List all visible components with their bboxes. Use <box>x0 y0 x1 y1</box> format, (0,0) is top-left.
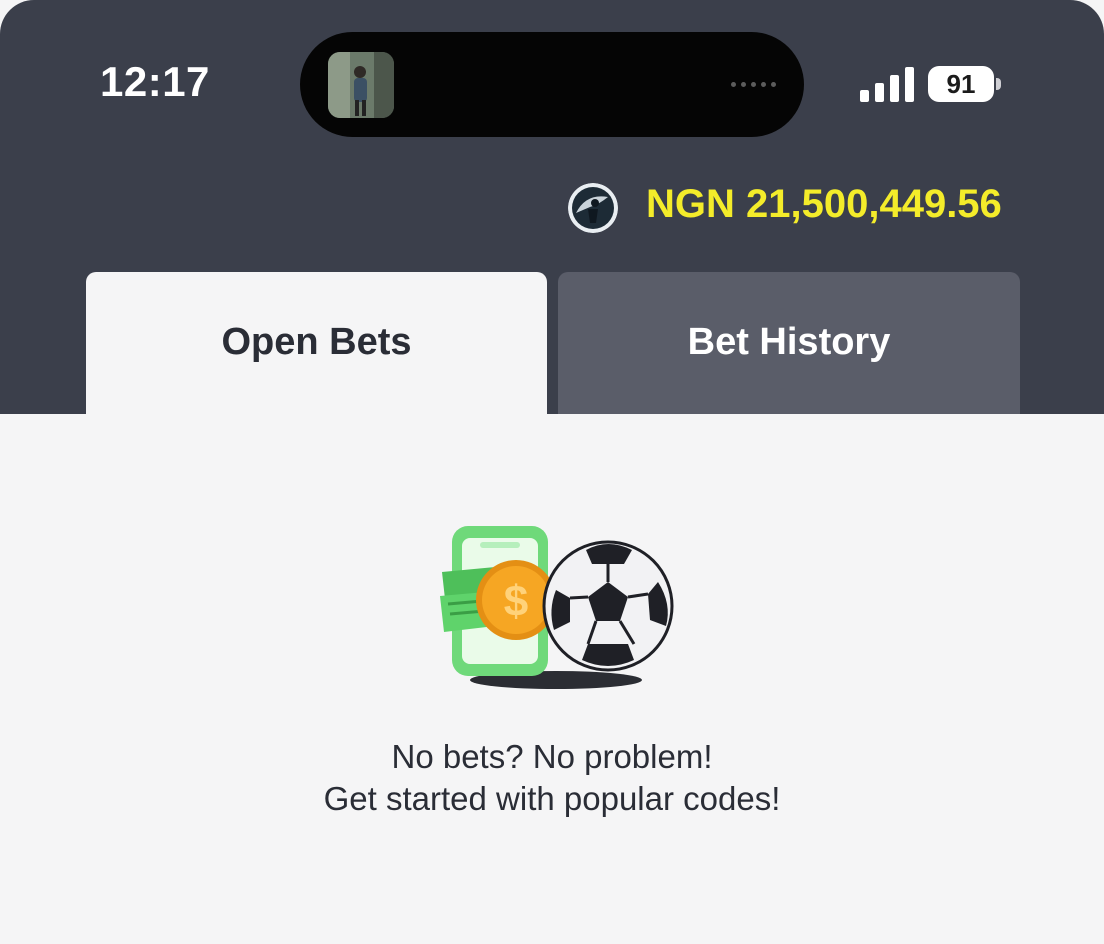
battery-level: 91 <box>946 68 976 99</box>
empty-bets-illustration: $ <box>440 526 674 689</box>
tab-open-bets-label: Open Bets <box>221 320 412 363</box>
tab-bet-history-label: Bet History <box>687 320 891 363</box>
header: 12:17 91 NGN 21,500,449.56 Open Bets Bet… <box>0 0 1104 414</box>
now-playing-thumbnail-icon[interactable] <box>328 52 394 118</box>
tab-bet-history[interactable]: Bet History <box>558 272 1020 414</box>
tab-open-bets[interactable]: Open Bets <box>86 272 547 414</box>
island-dots-icon <box>731 82 776 87</box>
avatar[interactable] <box>568 183 618 233</box>
soccer-ball-icon <box>542 540 674 672</box>
signal-strength-icon <box>860 67 914 102</box>
screen: 12:17 91 NGN 21,500,449.56 Open Bets Bet… <box>0 0 1104 944</box>
battery-nub <box>996 78 1001 90</box>
empty-state-message: No bets? No problem! <box>391 738 713 775</box>
svg-text:$: $ <box>504 577 528 626</box>
dynamic-island[interactable] <box>300 32 804 137</box>
account-balance[interactable]: NGN 21,500,449.56 <box>646 182 1002 227</box>
battery-icon: 91 <box>928 66 994 102</box>
status-time: 12:17 <box>100 58 210 105</box>
empty-state-cta-text: Get started with popular codes! <box>323 780 781 817</box>
